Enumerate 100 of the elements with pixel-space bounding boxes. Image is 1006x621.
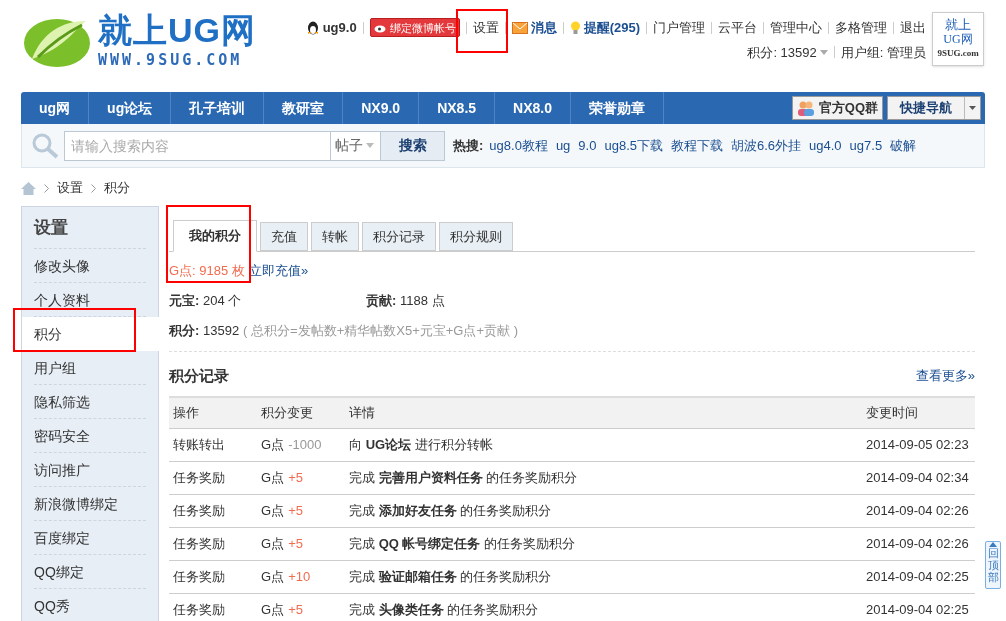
hot-search-link[interactable]: 胡波6.6外挂 (731, 135, 802, 156)
gpoints-text: G点: 9185 枚 (169, 262, 245, 281)
score-text: 积分: 13592 (169, 321, 240, 340)
caret-icon (366, 143, 374, 148)
stat-text: 贡献: 1188 点 (366, 292, 446, 311)
header-link[interactable]: 提醒(295) (583, 18, 640, 38)
table-cell-text: 任务奖励 (173, 535, 226, 554)
people-icon (796, 100, 815, 116)
sidebar-item[interactable]: QQ绑定 (34, 555, 146, 589)
table-cell-text: 2014-09-05 02:23 (866, 436, 970, 455)
envelope-icon (511, 21, 528, 34)
points-dropdown[interactable]: 积分: 13592 (747, 42, 828, 62)
search-icon (30, 131, 60, 160)
quick-nav-button[interactable]: 快捷导航 (887, 96, 981, 120)
sidebar-item[interactable]: QQ秀 (34, 589, 146, 621)
tab[interactable]: 积分规则 (439, 222, 513, 251)
header-link[interactable]: 门户管理 (653, 18, 705, 38)
up-arrow-icon (989, 542, 997, 547)
sidebar-item[interactable]: 隐私筛选 (34, 385, 146, 419)
header-link[interactable]: 管理中心 (770, 18, 822, 38)
sidebar-item[interactable]: 用户组 (34, 351, 146, 385)
breadcrumb-link[interactable]: 积分 (104, 178, 130, 198)
sidebar-item[interactable]: 积分 (22, 317, 160, 351)
table-cell-text: G点 (261, 436, 285, 455)
hot-search-link[interactable]: ug8.0教程 (489, 135, 548, 156)
points-change: -1000 (288, 436, 322, 455)
badge-text: 9SUG.com (937, 47, 979, 60)
sidebar-item[interactable]: 修改头像 (34, 249, 146, 283)
table-cell-text: G点 (261, 568, 285, 587)
search-field[interactable]: 请输入搜索内容 (64, 130, 331, 161)
table-cell-text: 2014-09-04 02:34 (866, 469, 970, 488)
tab[interactable]: 转帐 (311, 222, 359, 251)
header-link[interactable]: 退出 (900, 18, 926, 38)
header-link[interactable]: 云平台 (718, 18, 757, 38)
username-link[interactable]: ug9.0 (322, 18, 357, 38)
tab[interactable]: 我的积分 (173, 220, 257, 252)
table-cell-text: 2014-09-04 02:26 (866, 502, 970, 521)
header-link[interactable]: 多格管理 (835, 18, 887, 38)
caret-icon (969, 106, 976, 110)
table-cell-text: 任务奖励 (173, 568, 226, 587)
weibo-bind-button[interactable]: 绑定微博帐号 (369, 18, 460, 38)
hot-search-link[interactable]: 9.0 (578, 135, 597, 156)
points-change: +5 (288, 601, 303, 620)
badge-text: 就上 (945, 18, 971, 32)
table-cell-text: 完成 头像类任务 的任务奖励积分 (349, 601, 540, 620)
points-change: +5 (288, 469, 303, 488)
table-cell-text: 完成 添加好友任务 的任务奖励积分 (349, 502, 553, 521)
table-cell-text: 2014-09-04 02:25 (866, 601, 970, 620)
search-type-dropdown[interactable]: 帖子 (331, 130, 381, 161)
sidebar-item[interactable]: 访问推广 (34, 453, 146, 487)
hot-search-link[interactable]: 教程下载 (671, 135, 723, 156)
table-cell-text: 2014-09-04 02:26 (866, 535, 970, 554)
table-cell-text: 向 UG论坛 进行积分转帐 (349, 436, 494, 455)
qq-group-button[interactable]: 官方QQ群 (791, 96, 883, 120)
table-cell-text: 任务奖励 (173, 601, 226, 620)
table-cell-text: 2014-09-04 02:25 (866, 568, 970, 587)
highlight-frame (456, 9, 508, 53)
site-badge[interactable]: 就上 UG网 9SUG.com (932, 12, 984, 66)
header-link[interactable]: 消息 (530, 18, 557, 38)
sidebar-title: 设置 (34, 207, 146, 249)
column-header: 详情 (349, 404, 376, 423)
hot-search-link[interactable]: ug8.5下载 (604, 135, 663, 156)
search-button[interactable]: 搜索 (381, 130, 445, 161)
score-formula: ( 总积分=发帖数+精华帖数X5+元宝+G点+贡献 ) (243, 321, 518, 340)
sidebar-item[interactable]: 新浪微博绑定 (34, 487, 146, 521)
home-icon[interactable] (21, 181, 36, 195)
sidebar-item[interactable]: 密码安全 (34, 419, 146, 453)
column-header: 变更时间 (866, 404, 919, 423)
view-more-link[interactable]: 查看更多» (915, 366, 975, 386)
back-to-top-button[interactable]: 回顶部 (985, 541, 1001, 589)
usergroup-text: 用户组: 管理员 (840, 43, 926, 62)
hot-search-label: 热搜: (453, 136, 484, 155)
hot-search-link[interactable]: 破解 (890, 135, 917, 156)
logo-url: WWW.9SUG.COM (98, 49, 244, 71)
table-cell-text: 完成 验证邮箱任务 的任务奖励积分 (349, 568, 553, 587)
tab[interactable]: 充值 (260, 222, 308, 251)
points-change: +10 (288, 568, 311, 587)
column-header: 操作 (173, 404, 200, 423)
table-cell-text: 任务奖励 (173, 469, 226, 488)
points-change: +5 (288, 535, 303, 554)
table-cell-text: 完成 QQ 帐号绑定任务 的任务奖励积分 (349, 535, 577, 554)
section-title: 积分记录 (169, 365, 229, 386)
points-change: +5 (288, 502, 303, 521)
penguin-icon (305, 20, 320, 36)
hot-search-link[interactable]: ug4.0 (809, 135, 842, 156)
badge-text: UG网 (943, 32, 973, 46)
header-link[interactable]: 设置 (472, 18, 499, 38)
hot-search-link[interactable]: ug (555, 135, 571, 156)
sidebar-item[interactable]: 百度绑定 (34, 521, 146, 555)
breadcrumb-link[interactable]: 设置 (57, 178, 83, 198)
table-cell-text: G点 (261, 502, 285, 521)
lightbulb-icon (569, 20, 581, 35)
column-header: 积分变更 (261, 404, 314, 423)
hot-search-link[interactable]: ug7.5 (849, 135, 883, 156)
chevron-right-icon (91, 183, 96, 193)
logo-title: 就上UG网 (98, 10, 256, 49)
table-cell-text: 完成 完善用户资料任务 的任务奖励积分 (349, 469, 579, 488)
tab[interactable]: 积分记录 (362, 222, 436, 251)
stat-text: 元宝: 204 个 (169, 292, 243, 311)
table-cell-text: G点 (261, 535, 285, 554)
